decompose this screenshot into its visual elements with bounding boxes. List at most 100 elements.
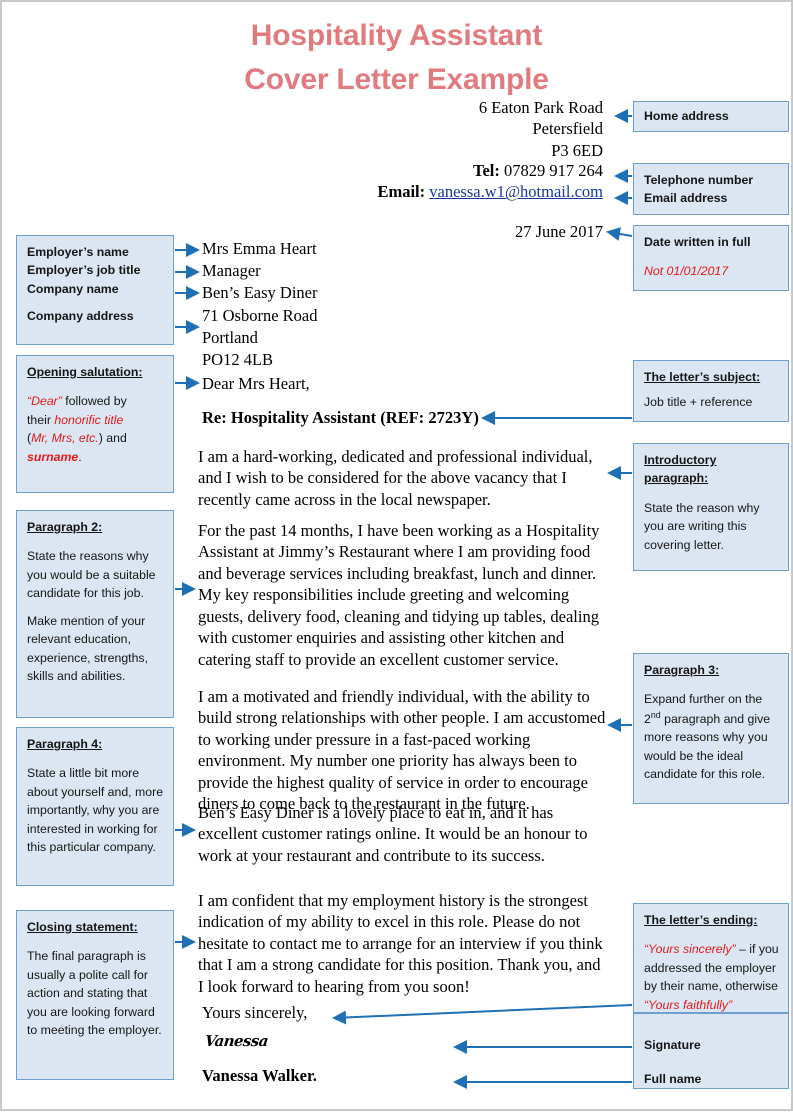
annotation-salutation-body-2: their honorific title [27,411,164,429]
annotation-paragraph-3-ordinal-suffix: nd [650,709,661,720]
salutation-dear-text: “Dear” [27,394,62,409]
salutation-paren-close: ) and [98,431,127,446]
letter-subject: Re: Hospitality Assistant (REF: 2723Y) [202,408,479,427]
annotation-paragraph-3-body: Expand further on the 2nd paragraph and … [644,690,779,783]
company-name: Ben’s Easy Diner [202,283,318,303]
annotation-subject-heading: The letter’s subject: [644,370,761,384]
employer-address-block: Mrs Emma Heart Manager Ben’s Easy Diner … [202,238,317,371]
employer-job-title: Manager [202,261,261,281]
annotation-employer-job-title: Employer’s job title [27,263,141,278]
salutation-period: . [78,449,82,464]
letter-salutation: Dear Mrs Heart, [202,374,310,393]
annotation-paragraph-3-body-b: paragraph and give more reasons why you … [644,711,771,782]
letter-paragraph-1: I am a hard-working, dedicated and profe… [198,447,593,509]
telephone-value: 07829 917 264 [499,161,603,180]
annotation-fullname-label: Full name [644,1072,702,1086]
annotation-signature-fullname: Signature Full name [633,1013,789,1089]
company-postcode: PO12 4LB [202,349,274,369]
annotation-paragraph-4-body: State a little bit more about yourself a… [27,766,164,855]
annotation-subject-body: Job title + reference [644,395,753,410]
company-city: Portland [202,327,258,347]
page-title-line-1: Hospitality Assistant [250,19,543,52]
annotation-intro-heading-line-2: paragraph: [644,471,709,486]
annotation-paragraph-3-body-a: Expand further on the [644,692,763,707]
letter-paragraph-4: Ben’s Easy Diner is a lovely place to ea… [198,803,588,865]
full-name: Vanessa Walker. [202,1066,317,1085]
annotation-ending-body: “Yours sincerely” – if you addressed the… [644,940,779,1014]
email-label: Email: [377,182,426,202]
annotation-closing-heading: Closing statement: [27,920,138,934]
annotation-paragraph-3-heading: Paragraph 3: [644,663,720,677]
annotation-introductory-paragraph: Introductory paragraph: State the reason… [633,443,789,571]
annotation-signature-label: Signature [644,1038,701,1052]
employer-name: Mrs Emma Heart [202,239,317,258]
annotation-employer-name: Employer’s name [27,245,129,259]
annotation-intro-heading-line-1: Introductory [644,453,717,467]
annotation-salutation-body: “Dear” followed by [27,392,164,410]
annotation-closing-body: The final paragraph is usually a polite … [27,949,162,1038]
annotation-ending-heading: The letter’s ending: [644,913,758,927]
salutation-examples-text: Mr, Mrs, etc. [31,431,99,446]
annotation-date-note: Not 01/01/2017 [644,264,729,279]
annotation-closing-statement: Closing statement: The final paragraph i… [16,910,174,1080]
annotation-telephone-email: Telephone number Email address [633,163,789,215]
annotation-salutation-body-4: surname. [27,448,164,466]
email-link[interactable]: vanessa.w1@hotmail.com [429,182,603,201]
annotation-paragraph-3: Paragraph 3: Expand further on the 2nd p… [633,653,789,804]
salutation-surname-text: surname [27,449,79,464]
arrow-letter-ending [332,1004,633,1025]
annotation-paragraph-4: Paragraph 4: State a little bit more abo… [16,727,174,886]
telephone-label: Tel: [472,161,500,180]
annotation-letter-ending: The letter’s ending: “Yours sincerely” –… [633,903,789,1013]
salutation-their-text: their [27,412,55,427]
annotation-company-name: Company name [27,281,119,296]
email-line: Email: vanessa.w1@hotmail.com [377,181,603,202]
company-street: 71 Osborne Road [202,305,318,325]
home-address-line-2: Petersfield [532,119,603,139]
home-address: 6 Eaton Park Road Petersfield P3 6ED [479,97,603,161]
annotation-opening-salutation: Opening salutation: “Dear” followed by t… [16,355,174,493]
cover-letter-example-page: Hospitality Assistant Cover Letter Examp… [0,0,793,1111]
annotation-telephone-label: Telephone number [644,172,754,187]
home-address-line-3: P3 6ED [551,140,603,160]
annotation-salutation-heading: Opening salutation: [27,365,143,379]
telephone-line: Tel: 07829 917 264 [377,160,603,181]
annotation-date: Date written in full Not 01/01/2017 [633,225,789,291]
annotation-intro-body: State the reason why you are writing thi… [644,500,760,552]
annotation-date-heading: Date written in full [644,235,751,249]
annotation-salutation-body-3: (Mr, Mrs, etc.) and [27,429,164,447]
letter-signoff: Yours sincerely, [202,1003,308,1022]
annotation-paragraph-2-heading: Paragraph 2: [27,520,103,534]
annotation-company-address: Company address [27,309,134,324]
signature: Vanessa [204,1032,269,1050]
ending-yours-faithfully: “Yours faithfully” [644,997,733,1012]
letter-paragraph-2: For the past 14 months, I have been work… [198,521,600,669]
page-title: Hospitality Assistant Cover Letter Examp… [2,14,791,101]
arrow-date [606,227,633,241]
annotation-paragraph-3-ordinal: 2 [644,711,651,726]
annotation-paragraph-2: Paragraph 2: State the reasons why you w… [16,510,174,718]
contact-details: Tel: 07829 917 264 Email: vanessa.w1@hot… [377,160,603,203]
annotation-home-address-label: Home address [644,109,729,124]
salutation-honorific-text: honorific title [54,412,124,427]
annotation-letter-subject: The letter’s subject: Job title + refere… [633,360,789,422]
page-title-line-2: Cover Letter Example [244,62,549,96]
annotation-paragraph-4-heading: Paragraph 4: [27,737,103,751]
ending-yours-sincerely: “Yours sincerely” [644,942,736,957]
annotation-paragraph-2-body-1: State the reasons why you would be a sui… [27,549,156,601]
annotation-email-label: Email address [644,191,728,205]
annotation-paragraph-2-body-2: Make mention of your relevant education,… [27,613,148,684]
letter-paragraph-3: I am a motivated and friendly individual… [198,687,606,814]
letter-date: 27 June 2017 [515,222,603,241]
home-address-line-1: 6 Eaton Park Road [478,98,603,117]
